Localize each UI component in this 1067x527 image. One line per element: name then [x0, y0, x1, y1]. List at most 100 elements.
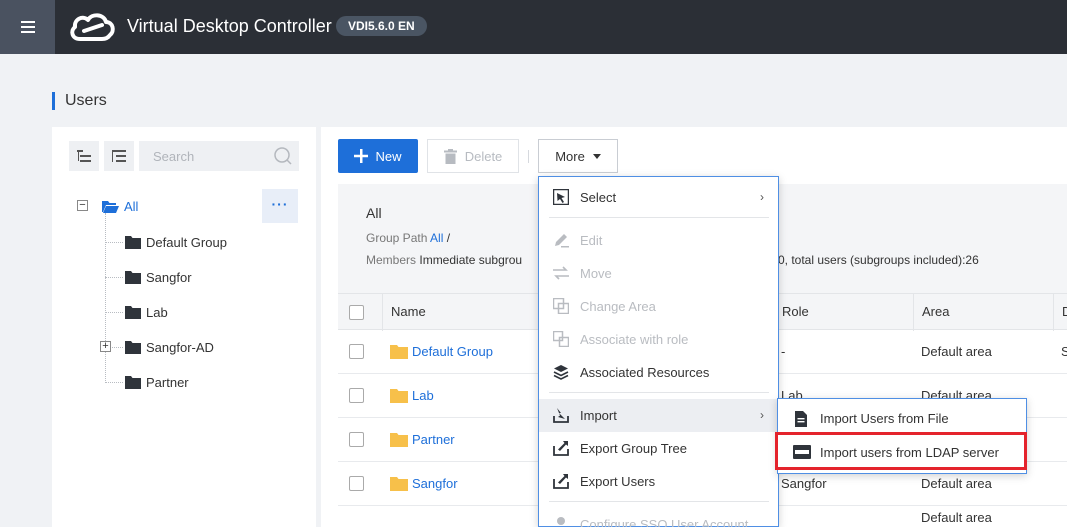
collapse-tree-button[interactable]: [69, 141, 99, 171]
row-name: Sangfor: [412, 476, 458, 491]
page-title-bar: Users: [52, 92, 107, 110]
tree-node-label: Sangfor: [146, 269, 192, 285]
group-tree-panel: − All ··· Default Group Sangfor Lab + Sa…: [52, 127, 316, 527]
tree-node-label: Default Group: [146, 234, 227, 250]
tree-search-input[interactable]: [139, 141, 269, 171]
tree-node-label: Lab: [146, 304, 168, 320]
tree-node-partner[interactable]: Partner: [125, 372, 189, 392]
tree-collapse-toggle[interactable]: −: [77, 200, 88, 211]
folder-icon: [125, 270, 141, 284]
select-icon: [553, 189, 569, 205]
tree-collapse-icon: [77, 149, 91, 162]
tree-node-default-group[interactable]: Default Group: [125, 232, 227, 252]
top-bar: Virtual Desktop Controller VDI5.6.0 EN: [0, 0, 1067, 54]
menu-item-configure-sso[interactable]: Configure SSO User Account: [539, 508, 778, 527]
menu-item-label: Select: [580, 190, 617, 205]
group-path-link[interactable]: All: [430, 231, 443, 245]
menu-item-label: Export Users: [580, 474, 656, 489]
file-icon: [795, 411, 807, 427]
more-button[interactable]: More: [538, 139, 618, 173]
menu-item-associate-role[interactable]: Associate with role: [539, 323, 778, 356]
tree-connector: [105, 277, 123, 278]
group-path-suffix: /: [443, 231, 451, 245]
folder-icon: [390, 345, 408, 359]
more-dropdown-menu: Select › Edit Move Change Area Associate…: [538, 176, 779, 527]
tree-list-icon: [112, 149, 126, 162]
row-name-cell[interactable]: Partner: [382, 418, 455, 462]
row-name-cell[interactable]: Sangfor: [382, 462, 458, 506]
menu-item-label: Move: [580, 266, 612, 281]
tree-node-all[interactable]: All: [102, 196, 138, 216]
row-checkbox[interactable]: [349, 388, 364, 403]
row-name: Default Group: [412, 344, 493, 359]
chevron-right-icon: ›: [760, 408, 764, 422]
plus-icon: [354, 149, 369, 163]
members-value: Immediate subgrou: [419, 253, 523, 267]
tree-node-lab[interactable]: Lab: [125, 302, 168, 322]
menu-item-label: Import: [580, 408, 617, 423]
column-d[interactable]: D: [1053, 294, 1067, 331]
toolbar-separator: [528, 150, 529, 163]
submenu-import-from-file[interactable]: Import Users from File: [778, 402, 1026, 435]
menu-item-export-users[interactable]: Export Users: [539, 465, 778, 498]
delete-button-label: Delete: [464, 148, 503, 164]
folder-icon: [390, 389, 408, 403]
group-path: Group Path All /: [366, 231, 450, 245]
menu-item-label: Associate with role: [580, 332, 689, 347]
tree-search: [139, 141, 299, 171]
menu-item-label: Associated Resources: [580, 365, 710, 380]
menu-item-move[interactable]: Move: [539, 257, 778, 290]
column-role[interactable]: Role: [773, 294, 913, 331]
tree-node-sangfor-ad[interactable]: Sangfor-AD: [125, 337, 214, 357]
menu-item-associated-resources[interactable]: Associated Resources: [539, 356, 778, 389]
user-icon: [557, 517, 565, 525]
tree-node-label: Sangfor-AD: [146, 339, 214, 355]
associate-role-icon: [553, 331, 569, 347]
tree-connector: [105, 312, 123, 313]
tree-expand-toggle[interactable]: +: [100, 341, 111, 352]
tree-node-sangfor[interactable]: Sangfor: [125, 267, 192, 287]
tree-connector: [105, 382, 123, 383]
row-name-cell[interactable]: Default Group: [382, 330, 493, 374]
menu-item-edit[interactable]: Edit: [539, 224, 778, 257]
menu-item-export-group-tree[interactable]: Export Group Tree: [539, 432, 778, 465]
menu-item-import[interactable]: Import ›: [539, 399, 778, 432]
delete-button[interactable]: Delete: [427, 139, 519, 173]
version-badge: VDI5.6.0 EN: [336, 16, 427, 36]
import-icon: [553, 408, 569, 423]
row-name: Lab: [412, 388, 434, 403]
row-checkbox[interactable]: [349, 432, 364, 447]
submenu-item-label: Import Users from File: [820, 411, 949, 426]
search-icon[interactable]: [273, 146, 293, 166]
app-title: Virtual Desktop Controller: [127, 16, 332, 36]
column-area[interactable]: Area: [913, 294, 1053, 331]
menu-item-select[interactable]: Select ›: [539, 181, 778, 214]
menu-item-change-area[interactable]: Change Area: [539, 290, 778, 323]
menu-toggle-button[interactable]: [0, 0, 55, 54]
edit-icon: [555, 234, 569, 248]
tree-connector: [105, 213, 106, 383]
menu-divider: [549, 217, 769, 218]
expand-tree-button[interactable]: [104, 141, 134, 171]
folder-open-icon: [102, 200, 119, 213]
row-checkbox[interactable]: [349, 344, 364, 359]
folder-icon: [125, 235, 141, 249]
column-name[interactable]: Name: [382, 294, 538, 331]
trash-icon: [443, 148, 457, 164]
move-icon: [553, 266, 569, 280]
cloud-logo-icon: [70, 13, 115, 41]
caret-down-icon: [592, 153, 601, 159]
row-name-cell[interactable]: Lab: [382, 374, 434, 418]
group-title: All: [366, 205, 382, 221]
menu-item-label: Configure SSO User Account: [580, 517, 749, 527]
row-checkbox[interactable]: [349, 476, 364, 491]
layers-icon: [553, 365, 569, 380]
highlight-annotation: [775, 432, 1027, 470]
select-all-checkbox[interactable]: [349, 305, 364, 320]
folder-icon: [390, 433, 408, 447]
new-button-label: New: [375, 148, 402, 164]
menu-divider: [549, 392, 769, 393]
members-label: Members: [366, 253, 417, 267]
tree-more-button[interactable]: ···: [262, 189, 298, 223]
new-button[interactable]: New: [338, 139, 418, 173]
